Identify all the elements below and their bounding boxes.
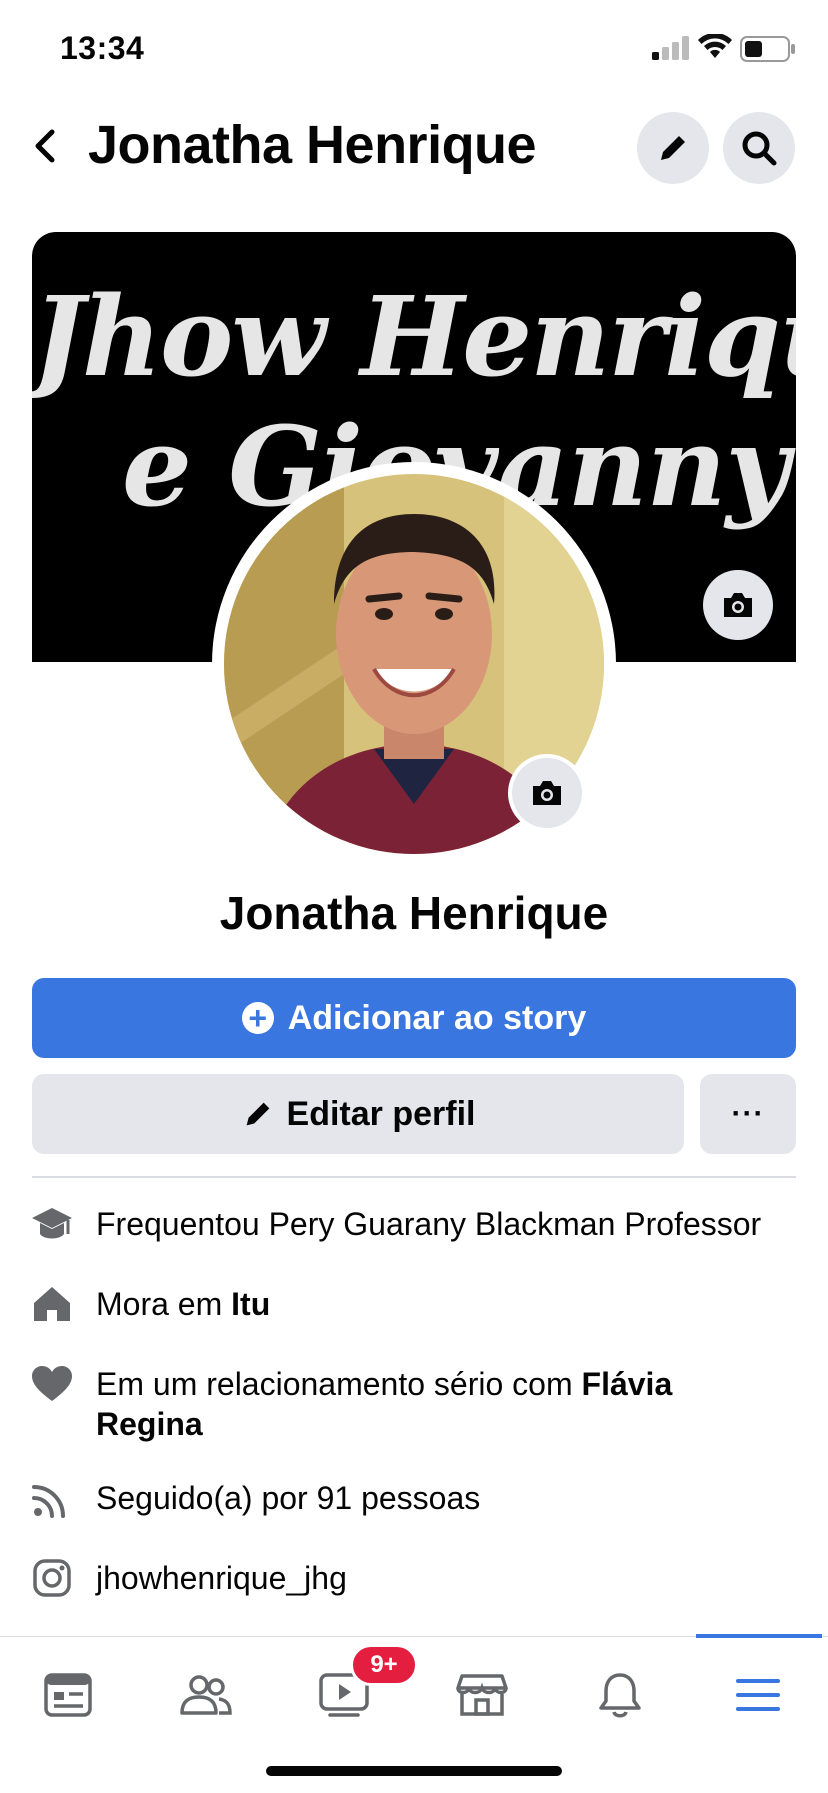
more-options-button[interactable]: ··· [700,1074,796,1154]
cover-camera-button[interactable] [703,570,773,640]
rss-icon [30,1476,74,1520]
graduation-cap-icon [30,1202,74,1246]
friends-icon [180,1675,232,1715]
pencil-icon [246,1102,269,1126]
home-city-link[interactable]: Itu [231,1286,270,1322]
edit-profile-label: Editar perfil [286,1094,476,1133]
news-feed-icon [44,1673,92,1717]
nav-marketplace[interactable] [442,1665,522,1725]
back-button[interactable] [28,126,64,166]
heart-icon [30,1362,74,1406]
avatar-camera-button[interactable] [512,758,582,828]
battery-icon [740,36,796,67]
nav-notifications[interactable] [580,1665,660,1725]
page-title: Jonatha Henrique [88,115,537,175]
status-time: 13:34 [60,30,145,66]
more-dots-icon: ··· [731,1097,765,1130]
nav-active-indicator [696,1634,822,1638]
plus-circle-icon: + [241,1002,274,1034]
search-icon [742,131,777,166]
add-to-story-label: Adicionar ao story [287,998,587,1037]
add-to-story-button[interactable]: + Adicionar ao story [32,978,796,1058]
edit-button[interactable] [637,112,709,184]
instagram-icon [30,1556,74,1600]
instagram-row [30,1556,74,1600]
cellular-signal-icon [652,36,690,65]
home-row [30,1282,74,1326]
camera-icon [533,781,561,805]
followers-row [30,1476,74,1520]
relationship-text: Em um relacionamento sério com Flávia Re… [96,1366,673,1442]
chevron-left-icon [35,129,55,163]
wifi-icon [698,32,732,65]
nav-news-feed[interactable] [28,1665,108,1725]
cover-text-line1: Jhow Henrique [32,272,796,401]
home-icon [30,1282,74,1326]
nav-menu[interactable] [718,1665,798,1725]
education-row [30,1202,74,1246]
education-text: Frequentou Pery Guarany Blackman Profess… [96,1206,762,1242]
home-text: Mora em Itu [96,1286,271,1322]
menu-icon [736,1679,780,1711]
search-button[interactable] [723,112,795,184]
relationship-row [30,1362,74,1406]
profile-name: Jonatha Henrique [219,887,609,939]
divider [32,1176,796,1178]
watch-badge: 9+ [350,1644,418,1686]
home-indicator[interactable] [266,1766,562,1776]
marketplace-icon [456,1674,508,1716]
nav-friends[interactable] [166,1665,246,1725]
edit-profile-button[interactable]: Editar perfil [32,1074,684,1154]
instagram-link[interactable]: jhowhenrique_jhg [96,1558,347,1598]
pencil-icon [661,136,685,160]
notifications-icon [599,1673,641,1718]
camera-icon [724,593,752,617]
followers-text[interactable]: Seguido(a) por 91 pessoas [96,1478,480,1518]
